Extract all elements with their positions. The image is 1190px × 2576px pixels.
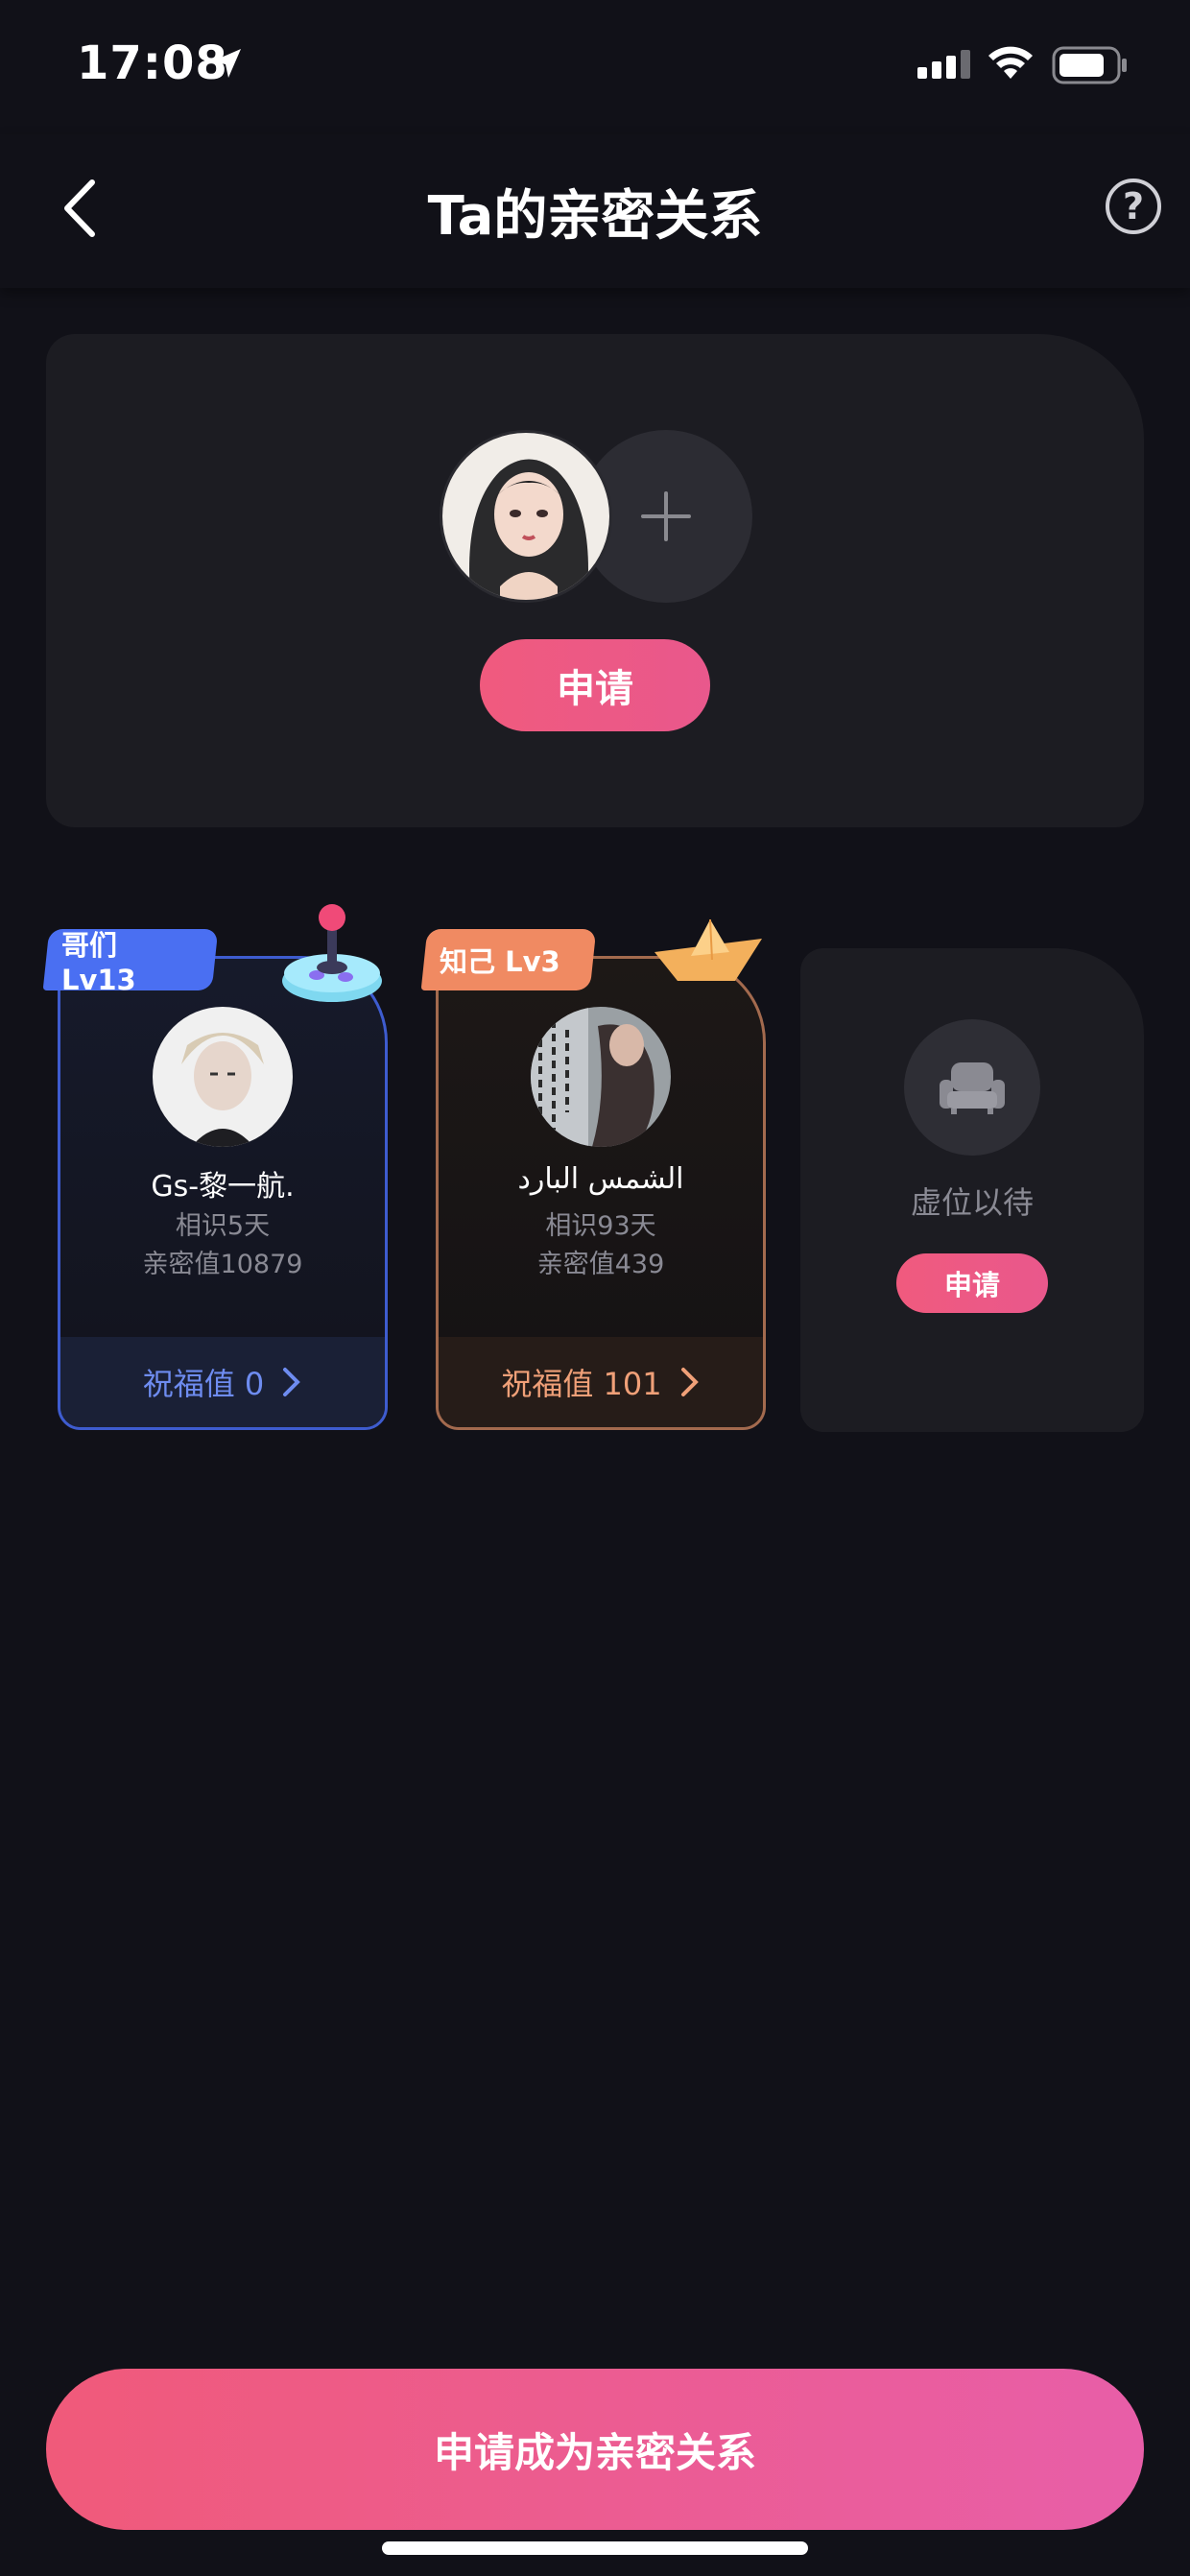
paper-boat-icon [654, 918, 762, 981]
relation-avatar[interactable] [153, 1007, 293, 1147]
status-time: 17:08 [77, 36, 228, 90]
blessing-value: 祝福值 0 [142, 1366, 265, 1402]
page-title: Ta的亲密关系 [427, 185, 763, 248]
apply-intimate-relation-button[interactable]: 申请成为亲密关系 [46, 2369, 1144, 2530]
relation-card[interactable]: الشمس البارد 相识93天 亲密值439 祝福值 101 [436, 956, 766, 1430]
relation-name: Gs-黎一航. [151, 1170, 295, 1204]
blessing-value: 祝福值 101 [501, 1366, 662, 1402]
relation-level-tag: 哥们 Lv13 [42, 929, 219, 996]
battery-icon [1052, 46, 1127, 84]
blessing-row[interactable]: 祝福值 101 [439, 1337, 763, 1427]
help-button[interactable]: ? [1106, 179, 1161, 234]
relation-name: الشمس البارد [517, 1162, 684, 1196]
relationship-overview-card [46, 334, 1144, 827]
location-arrow-icon [212, 49, 241, 78]
armchair-icon [940, 1062, 1005, 1114]
empty-seat-circle [904, 1019, 1040, 1156]
relation-avatar[interactable] [531, 1007, 671, 1147]
blessing-row[interactable]: 祝福值 0 [60, 1337, 385, 1427]
intimacy-value: 亲密值439 [536, 1250, 665, 1279]
known-days: 相识5天 [175, 1211, 271, 1241]
known-days: 相识93天 [545, 1211, 656, 1241]
chevron-right-icon [680, 1368, 699, 1396]
relation-card[interactable]: Gs-黎一航. 相识5天 亲密值10879 祝福值 0 [58, 956, 388, 1430]
empty-slot-label: 虚位以待 [910, 1184, 1034, 1221]
joystick-icon [282, 904, 382, 1002]
cellular-signal-icon [917, 50, 970, 79]
plus-icon [641, 491, 691, 541]
chevron-right-icon [283, 1368, 301, 1396]
home-indicator [382, 2541, 808, 2555]
relation-level-tag: 知己 Lv3 [420, 929, 597, 990]
wifi-icon [988, 46, 1033, 79]
apply-button[interactable]: 申请 [480, 639, 710, 731]
intimacy-value: 亲密值10879 [142, 1250, 303, 1279]
empty-slot-apply-button[interactable]: 申请 [896, 1253, 1048, 1313]
user-avatar[interactable] [440, 430, 612, 603]
